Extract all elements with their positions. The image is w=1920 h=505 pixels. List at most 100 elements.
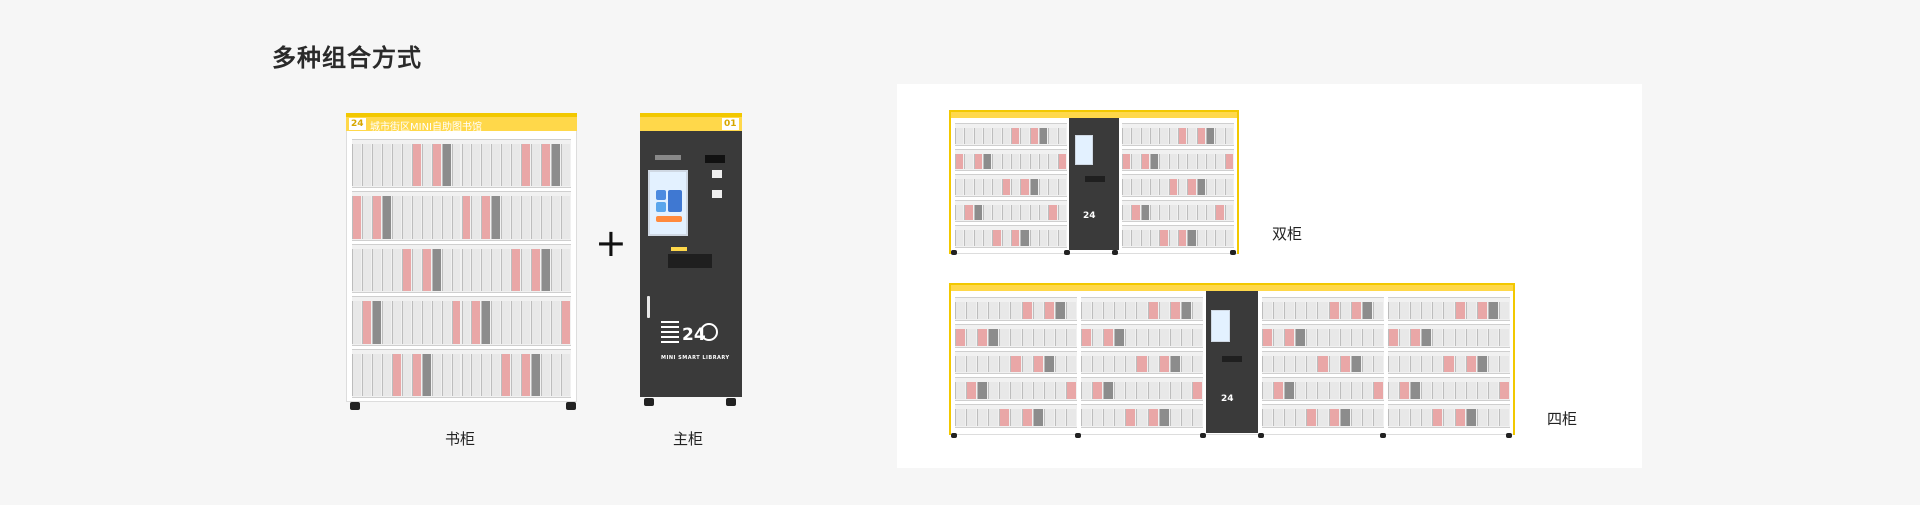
book-spine — [1262, 409, 1273, 426]
book-spine — [1350, 328, 1361, 346]
book-spine — [1191, 355, 1202, 373]
book-spine — [1043, 409, 1054, 426]
book-spine — [988, 409, 999, 426]
book-spine — [461, 144, 471, 187]
book-spine — [411, 144, 421, 187]
book-spine — [541, 301, 551, 344]
book-spine — [1284, 328, 1295, 346]
book-spine — [521, 248, 531, 292]
book-spine — [1021, 302, 1032, 319]
book-spine — [1131, 128, 1140, 144]
book-spine — [983, 179, 992, 195]
book-spine — [461, 248, 471, 292]
book-spine — [1361, 302, 1372, 319]
book-spine — [551, 301, 561, 344]
book-spine — [1476, 302, 1487, 319]
book-spine — [1454, 302, 1465, 319]
book-spine — [521, 144, 531, 187]
book-spine — [1206, 204, 1215, 221]
book-spine — [983, 204, 992, 221]
book-spine — [977, 382, 988, 400]
book-spine — [1498, 302, 1509, 319]
shelf-row — [1122, 123, 1234, 146]
book-spine — [1021, 409, 1032, 426]
book-spine — [1388, 328, 1399, 346]
book-spine — [973, 153, 982, 170]
book-spine — [1125, 355, 1136, 373]
book-spine — [511, 196, 521, 239]
book-spine — [1158, 328, 1169, 346]
book-spine — [1361, 409, 1372, 426]
shelf-row — [1122, 148, 1234, 172]
shelf-row — [352, 191, 571, 241]
book-spine — [1306, 328, 1317, 346]
book-spine — [964, 128, 973, 144]
book-spine — [451, 353, 461, 396]
book-spine — [1010, 302, 1021, 319]
book-spine — [1001, 128, 1010, 144]
book-spine — [966, 328, 977, 346]
book-spine — [1168, 204, 1177, 221]
book-spine — [992, 230, 1001, 246]
book-spine — [955, 128, 964, 144]
book-spine — [1011, 179, 1020, 195]
book-spine — [1410, 355, 1421, 373]
book-spine — [352, 144, 361, 187]
book-spine — [1158, 382, 1169, 400]
book-spine — [511, 248, 521, 292]
book-spine — [391, 196, 401, 239]
book-spine — [501, 301, 511, 344]
book-spine — [1159, 128, 1168, 144]
book-spine — [1158, 409, 1169, 426]
book-spine — [1191, 409, 1202, 426]
book-spine — [1029, 204, 1038, 221]
book-spine — [411, 353, 421, 396]
book-spine — [988, 302, 999, 319]
book-spine — [1114, 328, 1125, 346]
book-spine — [1187, 128, 1196, 144]
book-spine — [1388, 355, 1399, 373]
book-spine — [966, 302, 977, 319]
book-spine — [1295, 355, 1306, 373]
book-spine — [1498, 328, 1509, 346]
book-spine — [1284, 302, 1295, 319]
double-cabinet-label: 双柜 — [1272, 225, 1303, 243]
book-spine — [451, 144, 461, 187]
shelf-row — [1081, 377, 1203, 402]
book-spine — [1206, 230, 1215, 246]
shelf-row — [955, 404, 1077, 428]
book-spine — [1421, 355, 1432, 373]
book-spine — [1187, 204, 1196, 221]
book-spine — [421, 144, 431, 187]
book-spine — [1295, 328, 1306, 346]
book-spine — [1136, 302, 1147, 319]
book-spine — [401, 144, 411, 187]
book-spine — [992, 204, 1001, 221]
quad-cabinet-label: 四柜 — [1547, 410, 1578, 428]
book-spine — [1410, 382, 1421, 400]
book-spine — [1443, 355, 1454, 373]
book-spine — [1328, 409, 1339, 426]
book-spine — [1122, 153, 1131, 170]
book-spine — [1048, 128, 1057, 144]
book-spine — [1065, 409, 1076, 426]
book-spine — [1122, 179, 1131, 195]
shelf-row — [955, 225, 1067, 248]
book-spine — [381, 353, 391, 396]
book-spine — [1150, 179, 1159, 195]
book-spine — [1043, 355, 1054, 373]
main-cabinet-badge: 01 — [722, 118, 739, 130]
book-spine — [1057, 179, 1066, 195]
plus-icon: + — [595, 221, 627, 265]
book-spine — [431, 196, 441, 239]
book-spine — [1114, 355, 1125, 373]
book-spine — [1092, 382, 1103, 400]
book-spine — [441, 353, 451, 396]
book-spine — [1215, 153, 1224, 170]
book-spine — [1339, 328, 1350, 346]
book-spine — [1196, 179, 1205, 195]
book-spine — [371, 144, 381, 187]
book-spine — [411, 301, 421, 344]
book-spine — [1057, 230, 1066, 246]
book-spine — [1317, 355, 1328, 373]
